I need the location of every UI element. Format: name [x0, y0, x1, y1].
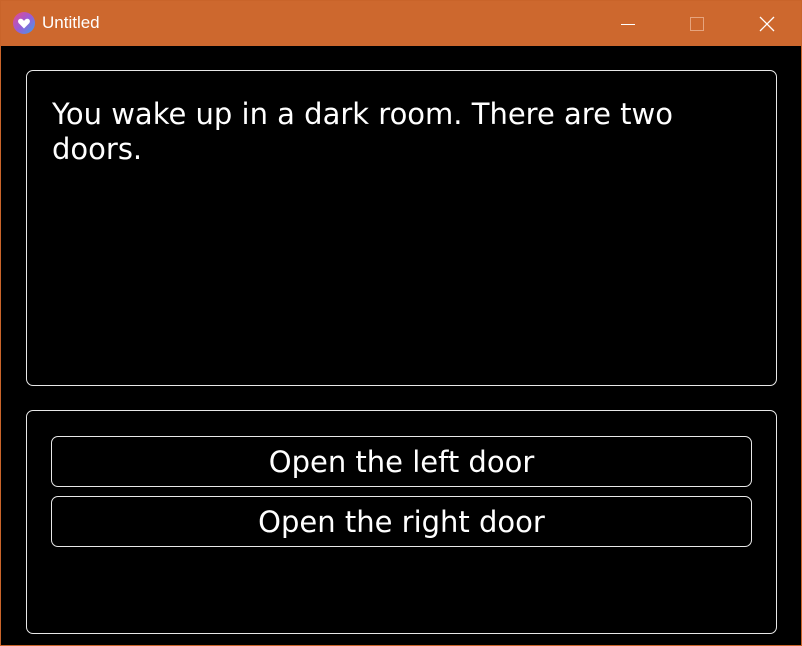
open-left-door-button[interactable]: Open the left door: [51, 436, 752, 487]
title-bar[interactable]: Untitled: [1, 1, 801, 46]
minimize-button[interactable]: [594, 1, 662, 46]
minimize-icon: [621, 23, 635, 25]
story-panel: You wake up in a dark room. There are tw…: [26, 70, 777, 386]
maximize-button[interactable]: [663, 1, 731, 46]
window-title: Untitled: [42, 13, 100, 32]
maximize-icon: [690, 16, 704, 31]
heart-app-icon: [13, 12, 35, 34]
story-text: You wake up in a dark room. There are tw…: [52, 97, 673, 166]
close-button[interactable]: [733, 1, 801, 46]
open-right-door-button[interactable]: Open the right door: [51, 496, 752, 547]
app-window: Untitled You wake up in a dark room. The…: [0, 0, 802, 646]
close-icon: [759, 16, 775, 31]
choices-panel: Open the left door Open the right door: [26, 410, 777, 634]
